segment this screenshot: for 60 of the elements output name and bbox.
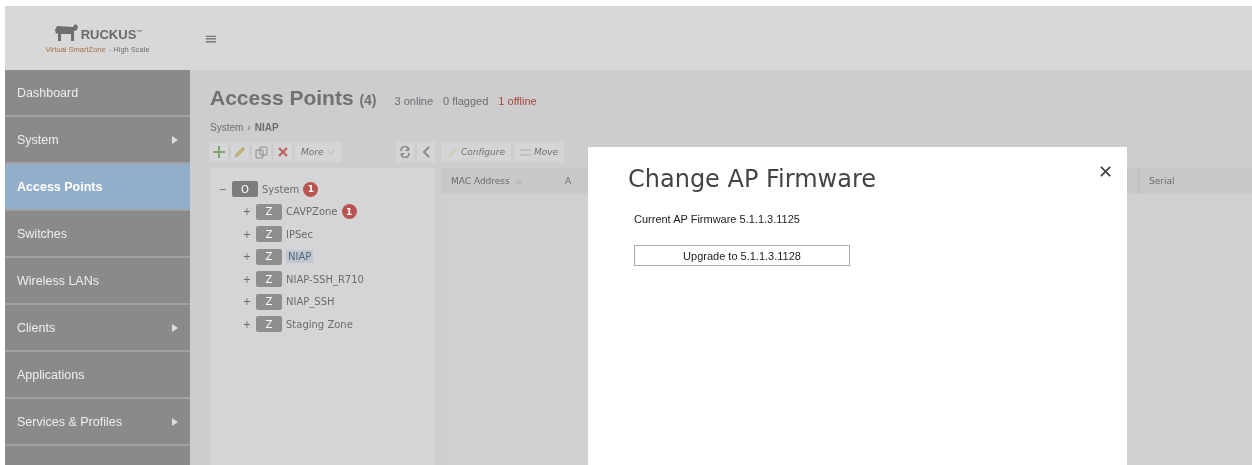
add-button[interactable] — [210, 142, 228, 162]
pencil-icon — [447, 146, 458, 158]
status-count: 0 flagged — [443, 95, 489, 107]
status-count: 3 online — [394, 95, 434, 107]
close-button[interactable]: ✕ — [1093, 161, 1117, 182]
column-header[interactable]: MAC Address — [441, 168, 555, 194]
alert-count: 1 — [341, 204, 357, 220]
alert-count: 1 — [303, 181, 319, 197]
expand-toggle[interactable]: + — [242, 273, 252, 285]
expand-toggle[interactable]: + — [242, 296, 252, 308]
page-title: Access Points (4) — [210, 86, 377, 110]
collapse-toggle[interactable]: − — [218, 183, 228, 195]
refresh-icon — [399, 146, 411, 158]
node-type-badge: Z — [256, 316, 282, 333]
chevron-left-icon — [422, 146, 430, 158]
breadcrumb-item[interactable]: System — [210, 122, 244, 133]
caret-icon — [326, 149, 335, 155]
status-count: 1 offline — [498, 95, 537, 107]
tree-item[interactable]: Staging Zone — [286, 318, 353, 330]
menu-button[interactable]: ≡ — [200, 28, 222, 48]
node-type-badge: O — [232, 181, 258, 198]
tree-item[interactable]: NIAP_SSH — [286, 296, 335, 308]
submenu-arrow-icon — [172, 135, 178, 144]
copy-icon — [255, 145, 268, 159]
expand-toggle[interactable]: + — [242, 206, 252, 218]
node-type-badge: Z — [256, 203, 282, 220]
refresh-button[interactable] — [396, 142, 414, 162]
expand-toggle[interactable]: + — [242, 251, 252, 263]
node-type-badge: Z — [256, 248, 282, 265]
pencil-icon — [234, 146, 246, 158]
tree-item[interactable]: NIAP — [286, 250, 314, 264]
submenu-arrow-icon — [172, 417, 178, 426]
collapse-button[interactable] — [417, 142, 435, 162]
current-firmware: Current AP Firmware 5.1.1.3.1125 — [634, 213, 801, 225]
breadcrumb-item: NIAP — [254, 122, 279, 133]
clone-button[interactable] — [252, 142, 271, 162]
tree-item[interactable]: NIAP-SSH_R710 — [286, 273, 364, 285]
expand-toggle[interactable]: + — [242, 318, 252, 330]
column-header[interactable]: Serial — [1138, 168, 1252, 194]
edit-button[interactable] — [231, 142, 249, 162]
tree-item[interactable]: System — [262, 183, 300, 195]
node-type-badge: Z — [256, 226, 282, 243]
sidebar-item[interactable]: Access Points — [5, 164, 190, 211]
node-type-badge: Z — [256, 271, 282, 288]
dog-icon — [52, 22, 79, 42]
configure-button[interactable]: Configure — [441, 142, 511, 162]
node-type-badge: Z — [256, 293, 282, 310]
tree-item[interactable]: CAVPZone — [286, 206, 338, 218]
submenu-arrow-icon — [172, 323, 178, 332]
close-icon — [278, 147, 288, 157]
plus-icon — [213, 146, 225, 158]
more-dropdown[interactable]: More — [295, 142, 341, 162]
breadcrumb-separator: › — [247, 122, 251, 133]
move-button[interactable]: Move — [513, 142, 565, 162]
upgrade-button[interactable]: Upgrade to 5.1.1.3.1128 — [634, 245, 850, 266]
expand-toggle[interactable]: + — [242, 228, 252, 240]
tree-item[interactable]: IPSec — [286, 228, 313, 240]
dialog-title: Change AP Firmware — [628, 165, 877, 193]
delete-button[interactable] — [274, 142, 292, 162]
brand-name: RUCKUS$^{™}$ — [80, 27, 143, 42]
